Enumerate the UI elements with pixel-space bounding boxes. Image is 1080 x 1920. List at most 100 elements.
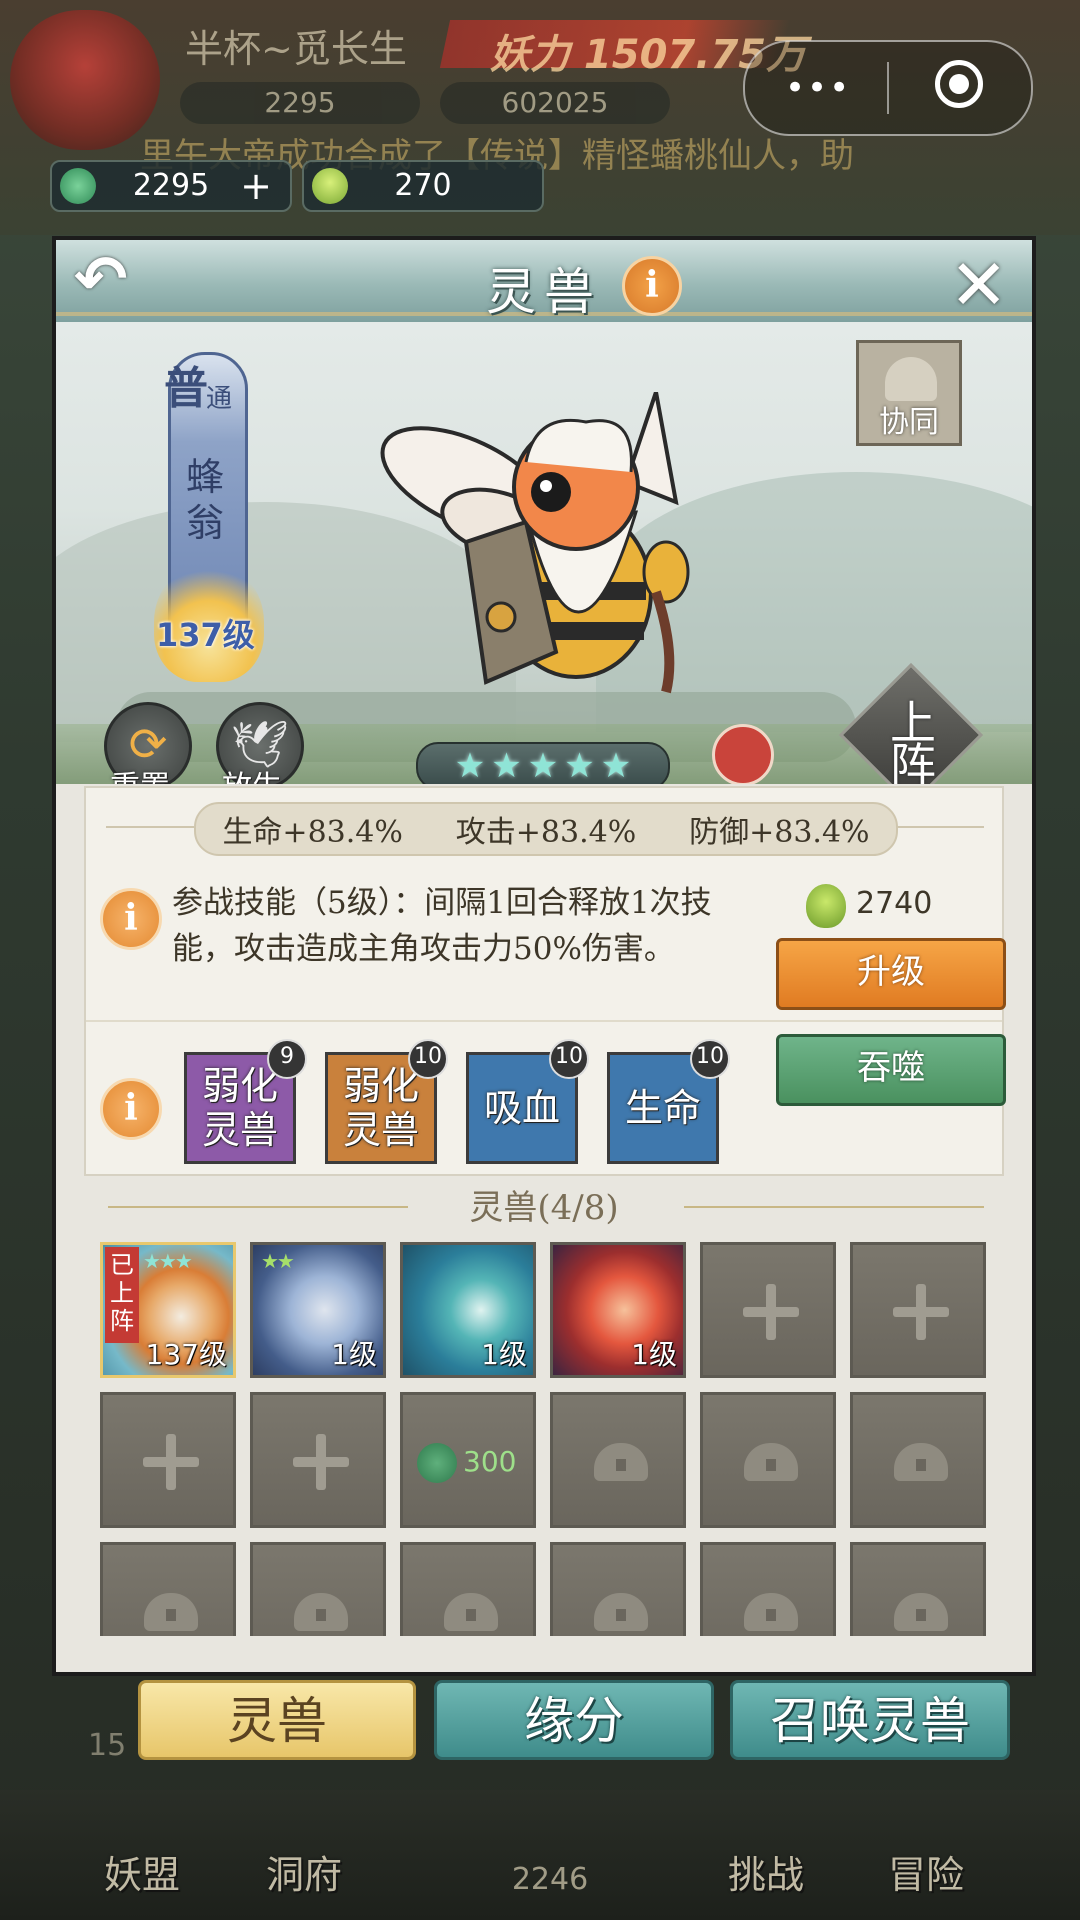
nav-challenge[interactable]: 挑战 <box>728 1844 804 1899</box>
star-rating: ★★ <box>261 1249 295 1273</box>
trait-level-badge: 10 <box>408 1039 448 1079</box>
devour-button[interactable]: 吞噬 <box>776 1034 1006 1106</box>
sync-button[interactable]: 协同 <box>856 340 962 446</box>
locked-slot <box>700 1392 836 1528</box>
beast-slot[interactable]: 1级 <box>550 1242 686 1378</box>
trait-label: 生命 <box>624 1086 701 1130</box>
info-icon[interactable]: i <box>622 256 682 316</box>
upgrade-button[interactable]: 升级 <box>776 938 1006 1010</box>
beast-slot[interactable]: ★★ 1级 <box>250 1242 386 1378</box>
beast-slot-level: 1级 <box>481 1338 527 1371</box>
stat-attack: 攻击+83.4% <box>455 815 637 850</box>
star-icon: ★ <box>527 746 559 784</box>
add-beast-slot[interactable] <box>850 1242 986 1378</box>
gourd-resource: 270 <box>302 160 544 212</box>
star-icon: ★ <box>491 746 522 784</box>
trait-card[interactable]: 弱化灵兽 10 <box>325 1039 448 1164</box>
beast-stage: 普 通 蜂翁 137级 协同 ⟳ 重置 <box>56 322 1032 784</box>
tab-summon[interactable]: 召唤灵兽 <box>730 1680 1010 1760</box>
beast-list-title: 灵兽(4/8) <box>469 1188 619 1228</box>
divider-line <box>894 826 984 828</box>
beast-level: 137级 <box>156 616 255 654</box>
release-label: 放生 <box>222 762 282 784</box>
locked-slot <box>550 1542 686 1636</box>
add-beast-slot[interactable] <box>700 1242 836 1378</box>
bg-jade-counter: 2295 <box>180 82 420 124</box>
lock-icon <box>444 1593 498 1631</box>
trait-label: 弱化灵兽 <box>201 1064 278 1152</box>
trait-level-badge: 9 <box>267 1039 307 1079</box>
player-name: 半杯~觅长生 <box>185 27 407 71</box>
deploy-label[interactable]: 上阵 <box>868 700 958 784</box>
lock-icon <box>894 1443 948 1481</box>
lock-icon <box>594 1443 648 1481</box>
star-icon: ★ <box>600 746 632 784</box>
nav-adventure[interactable]: 冒险 <box>888 1844 964 1899</box>
beast-name: 蜂翁 <box>185 455 224 545</box>
tab-fate[interactable]: 缘分 <box>434 1680 714 1760</box>
trait-info-icon[interactable]: i <box>100 1078 162 1140</box>
lock-icon <box>594 1593 648 1631</box>
add-beast-slot[interactable] <box>100 1392 236 1528</box>
star-rating: ★ ★ ★ ★ ★ <box>416 742 670 784</box>
panel-header: ↶ 灵兽 i ✕ <box>56 240 1032 326</box>
locked-slot <box>400 1542 536 1636</box>
add-beast-slot[interactable] <box>250 1392 386 1528</box>
stat-defense: 防御+83.4% <box>689 815 870 850</box>
locked-slot <box>550 1392 686 1528</box>
side-counter: 15 <box>88 1728 127 1763</box>
trait-card[interactable]: 生命 10 <box>607 1039 730 1164</box>
trait-card[interactable]: 弱化灵兽 9 <box>184 1039 307 1164</box>
trait-level-badge: 10 <box>549 1039 589 1079</box>
jade-resource: 2295 + <box>50 160 292 212</box>
locked-slot <box>700 1542 836 1636</box>
upgrade-cost-value: 2740 <box>856 886 933 921</box>
trait-card[interactable]: 吸血 10 <box>466 1039 589 1164</box>
locked-slot <box>100 1542 236 1636</box>
trait-label: 吸血 <box>483 1086 560 1130</box>
lock-icon <box>144 1593 198 1631</box>
rarity-label-small: 通 <box>206 384 233 414</box>
star-icon: ★ <box>564 746 595 784</box>
beast-slot[interactable]: ★★★ 已上阵 137级 <box>100 1242 236 1378</box>
close-program-icon[interactable] <box>935 60 983 108</box>
player-avatar[interactable] <box>10 10 160 150</box>
star-rating: ★★★ <box>143 1249 193 1273</box>
info-area: 生命+83.4% 攻击+83.4% 防御+83.4% i 参战技能（5级）：间隔… <box>84 786 1006 1176</box>
nav-center-count: 2246 <box>511 1862 589 1897</box>
bg-crystal-counter: 602025 <box>440 82 670 124</box>
tab-beast[interactable]: 灵兽 <box>138 1680 416 1760</box>
add-jade-button[interactable]: + <box>240 162 272 210</box>
gourd-icon <box>806 884 846 928</box>
trait-label: 弱化灵兽 <box>342 1064 419 1152</box>
beast-slot-level: 1级 <box>331 1338 377 1371</box>
beast-slot[interactable]: 1级 <box>400 1242 536 1378</box>
star-icon: ★ <box>454 746 486 784</box>
nav-cave[interactable]: 洞府 <box>266 1844 342 1899</box>
lock-icon <box>894 1593 948 1631</box>
more-menu-icon[interactable]: ••• <box>785 68 851 108</box>
beast-slot-grid: ★★★ 已上阵 137级 ★★ 1级 1级 1级 300 <box>100 1242 990 1636</box>
bell-badge-icon[interactable] <box>712 724 774 784</box>
section-divider <box>86 1020 1002 1022</box>
beast-slot-level: 137级 <box>145 1338 227 1371</box>
stats-bar: 生命+83.4% 攻击+83.4% 防御+83.4% <box>194 802 898 856</box>
locked-slot <box>850 1392 986 1528</box>
stat-hp: 生命+83.4% <box>222 815 403 850</box>
panel-title: 灵兽 <box>486 263 602 321</box>
jade-icon <box>417 1443 457 1483</box>
miniprogram-capsule: ••• <box>743 40 1033 136</box>
lock-icon <box>294 1593 348 1631</box>
lock-icon <box>885 357 937 401</box>
trait-level-badge: 10 <box>690 1039 730 1079</box>
divider-line <box>106 826 194 828</box>
nav-alliance[interactable]: 妖盟 <box>104 1844 180 1899</box>
skill-info-icon[interactable]: i <box>100 888 162 950</box>
capsule-divider <box>887 62 889 114</box>
locked-slot <box>850 1542 986 1636</box>
lock-icon <box>744 1593 798 1631</box>
beast-slot-level: 1级 <box>631 1338 677 1371</box>
bee-elder-creature[interactable] <box>376 392 756 722</box>
close-button[interactable]: ✕ <box>949 244 1008 326</box>
unlock-slot[interactable]: 300 <box>400 1392 536 1528</box>
